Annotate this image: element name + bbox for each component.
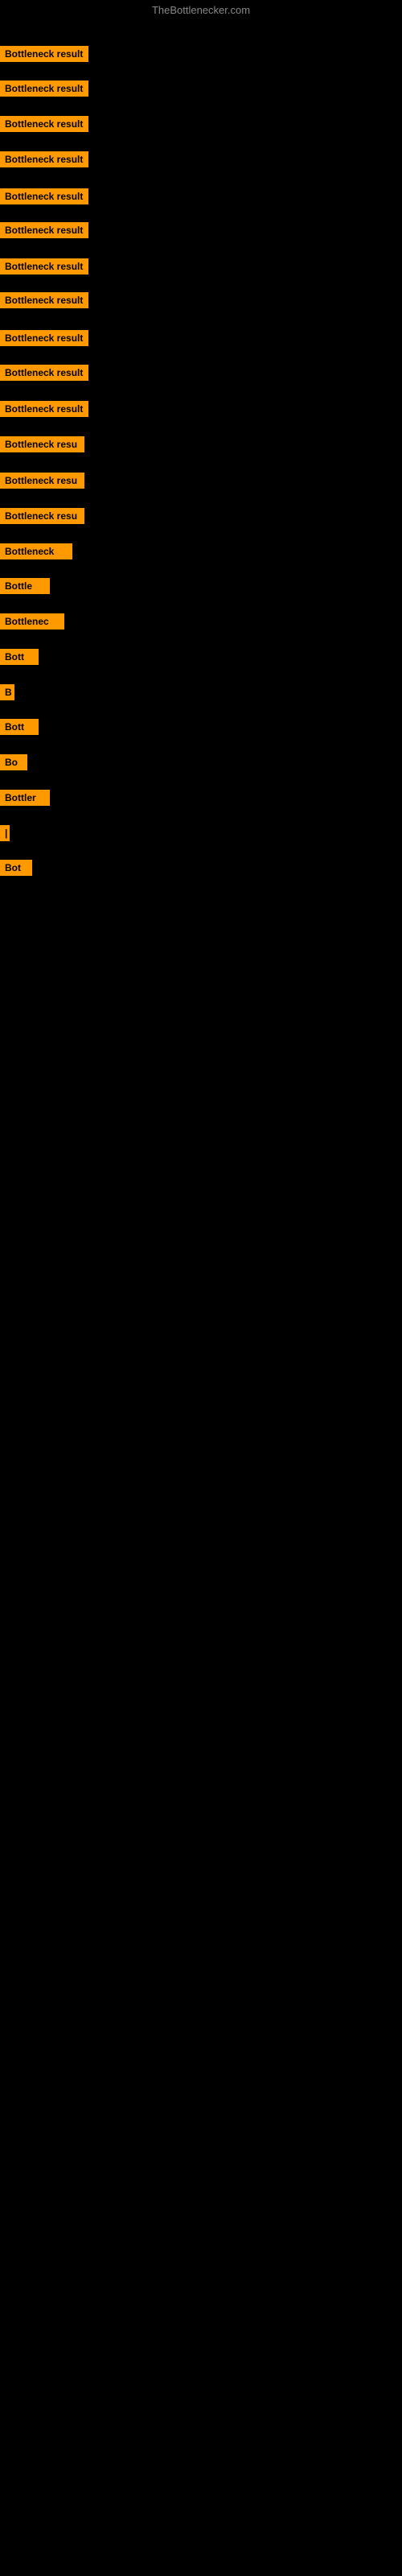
bottleneck-result-badge-3: Bottleneck result: [0, 116, 88, 132]
bottleneck-result-badge-23: |: [0, 825, 10, 841]
bottleneck-result-badge-9: Bottleneck result: [0, 330, 88, 346]
bottleneck-result-badge-18: Bott: [0, 649, 39, 665]
bottleneck-result-badge-6: Bottleneck result: [0, 222, 88, 238]
bottleneck-result-badge-1: Bottleneck result: [0, 46, 88, 62]
bottleneck-result-badge-2: Bottleneck result: [0, 80, 88, 97]
bottleneck-result-badge-24: Bot: [0, 860, 32, 876]
bottleneck-result-badge-7: Bottleneck result: [0, 258, 88, 275]
bottleneck-result-badge-17: Bottlenec: [0, 613, 64, 630]
bottleneck-result-badge-8: Bottleneck result: [0, 292, 88, 308]
bottleneck-result-badge-16: Bottle: [0, 578, 50, 594]
bottleneck-result-badge-12: Bottleneck resu: [0, 436, 84, 452]
bottleneck-result-badge-15: Bottleneck: [0, 543, 72, 559]
bottleneck-result-badge-4: Bottleneck result: [0, 151, 88, 167]
bottleneck-result-badge-21: Bo: [0, 754, 27, 770]
bottleneck-result-badge-20: Bott: [0, 719, 39, 735]
bottleneck-result-badge-11: Bottleneck result: [0, 401, 88, 417]
bottleneck-result-badge-10: Bottleneck result: [0, 365, 88, 381]
site-title: TheBottlenecker.com: [0, 4, 402, 16]
bottleneck-result-badge-14: Bottleneck resu: [0, 508, 84, 524]
bottleneck-result-badge-19: B: [0, 684, 14, 700]
bottleneck-result-badge-22: Bottler: [0, 790, 50, 806]
bottleneck-result-badge-5: Bottleneck result: [0, 188, 88, 204]
bottleneck-result-badge-13: Bottleneck resu: [0, 473, 84, 489]
